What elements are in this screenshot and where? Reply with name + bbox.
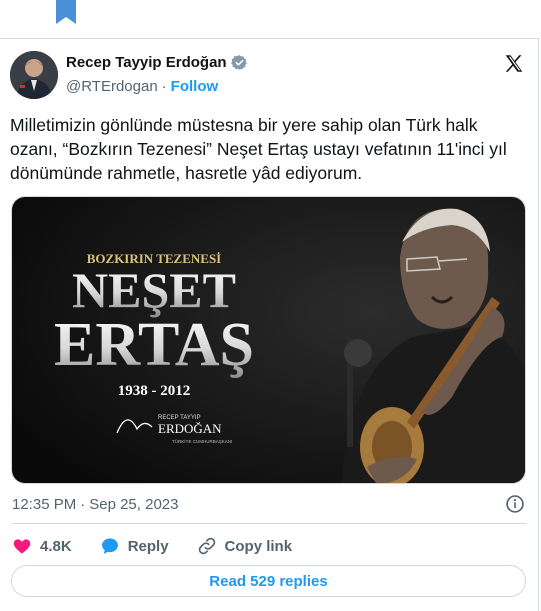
media-signature-surname: ERDOĞAN xyxy=(158,421,222,436)
author-name[interactable]: Recep Tayyip Erdoğan xyxy=(66,54,227,71)
author-handle-row: @RTErdogan · Follow xyxy=(66,78,218,95)
reply-label: Reply xyxy=(127,537,169,555)
action-bar: 4.8K Reply Copy link xyxy=(12,534,320,558)
heart-icon xyxy=(13,539,31,554)
copy-link-label: Copy link xyxy=(224,537,293,555)
bookmark-ribbon-icon xyxy=(56,0,76,24)
author-name-row: Recep Tayyip Erdoğan xyxy=(66,54,248,71)
info-icon[interactable] xyxy=(505,494,525,514)
like-button[interactable]: 4.8K xyxy=(12,536,72,556)
avatar[interactable] xyxy=(10,51,58,99)
author-handle[interactable]: @RTErdogan xyxy=(66,78,158,95)
x-logo-icon[interactable] xyxy=(503,53,525,75)
like-count: 4.8K xyxy=(40,537,72,555)
meta-separator: · xyxy=(80,496,86,513)
copy-link-button[interactable]: Copy link xyxy=(197,536,293,556)
tweet-media-image[interactable]: BOZKIRIN TEZENESİ NEŞET ERTAŞ 1938 - 201… xyxy=(11,196,526,484)
tweet-meta: 12:35 PM · Sep 25, 2023 xyxy=(12,496,178,513)
reply-bubble-icon xyxy=(101,538,118,554)
media-last-name: ERTAŞ xyxy=(54,311,254,379)
tweet-date[interactable]: Sep 25, 2023 xyxy=(89,496,178,513)
verified-badge-icon xyxy=(230,55,247,70)
link-icon xyxy=(198,537,215,555)
tweet-text: Milletimizin gönlünde müstesna bir yere … xyxy=(10,115,507,183)
media-signature-title: TÜRKİYE CUMHURBAŞKANI xyxy=(172,438,232,444)
media-first-name: NEŞET xyxy=(72,262,236,318)
read-replies-button[interactable]: Read 529 replies xyxy=(11,565,526,597)
follow-button[interactable]: Follow xyxy=(171,78,219,95)
media-years: 1938 - 2012 xyxy=(118,383,191,399)
handle-separator: · xyxy=(161,78,167,95)
reply-button[interactable]: Reply xyxy=(100,536,169,556)
divider xyxy=(12,523,526,524)
tweet-time[interactable]: 12:35 PM xyxy=(12,496,76,513)
